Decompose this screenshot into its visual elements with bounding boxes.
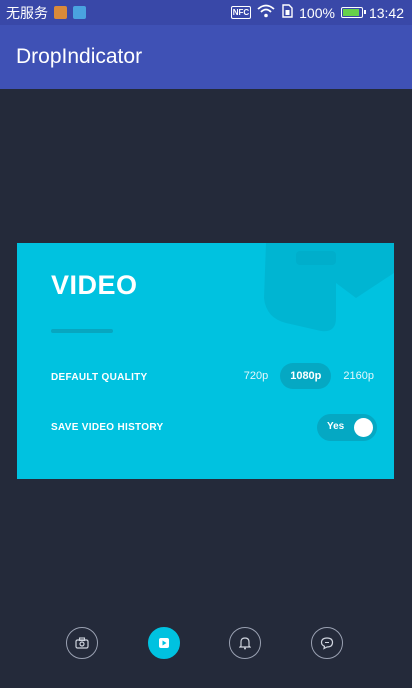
quality-option-720p[interactable]: 720p xyxy=(238,364,274,388)
notification-message-icon xyxy=(73,6,86,19)
battery-fill xyxy=(342,9,359,16)
battery-icon xyxy=(340,7,366,18)
wifi-icon xyxy=(257,4,275,21)
save-history-label: SAVE VIDEO HISTORY xyxy=(51,422,164,433)
app-title: DropIndicator xyxy=(16,45,143,68)
video-camera-watermark-icon xyxy=(264,243,394,332)
nav-video-button[interactable] xyxy=(148,627,180,659)
quality-option-2160p[interactable]: 2160p xyxy=(337,364,380,388)
toggle-knob xyxy=(354,418,373,437)
title-underline xyxy=(51,329,113,333)
bell-icon xyxy=(239,637,251,650)
card-title: VIDEO xyxy=(51,270,138,300)
notification-app-icon xyxy=(54,6,67,19)
bottom-nav xyxy=(0,627,412,661)
screen: 无服务 NFC 100% 13:42 DropIndicator VIDEO D… xyxy=(0,0,412,688)
nav-chat-button[interactable] xyxy=(311,627,343,659)
status-bar-right: NFC 100% 13:42 xyxy=(230,4,404,21)
nfc-icon: NFC xyxy=(230,6,252,19)
status-bar-left: 无服务 xyxy=(6,3,86,23)
sim-icon xyxy=(281,4,293,21)
save-history-toggle[interactable]: Yes xyxy=(317,414,377,441)
app-bar: DropIndicator xyxy=(0,25,412,89)
battery-percent: 100% xyxy=(299,4,335,21)
toggle-label: Yes xyxy=(327,421,345,432)
status-bar: 无服务 NFC 100% 13:42 xyxy=(0,0,412,25)
camera-icon xyxy=(75,637,89,649)
carrier-text: 无服务 xyxy=(6,5,48,22)
chat-icon xyxy=(320,637,334,650)
nav-camera-button[interactable] xyxy=(66,627,98,659)
quality-selector: 720p 1080p 2160p xyxy=(238,363,380,389)
nav-bell-button[interactable] xyxy=(229,627,261,659)
video-settings-card: VIDEO DEFAULT QUALITY 720p 1080p 2160p S… xyxy=(17,243,394,479)
quality-option-1080p[interactable]: 1080p xyxy=(280,363,332,389)
clock: 13:42 xyxy=(368,4,404,21)
video-icon xyxy=(159,638,169,648)
default-quality-label: DEFAULT QUALITY xyxy=(51,372,148,383)
